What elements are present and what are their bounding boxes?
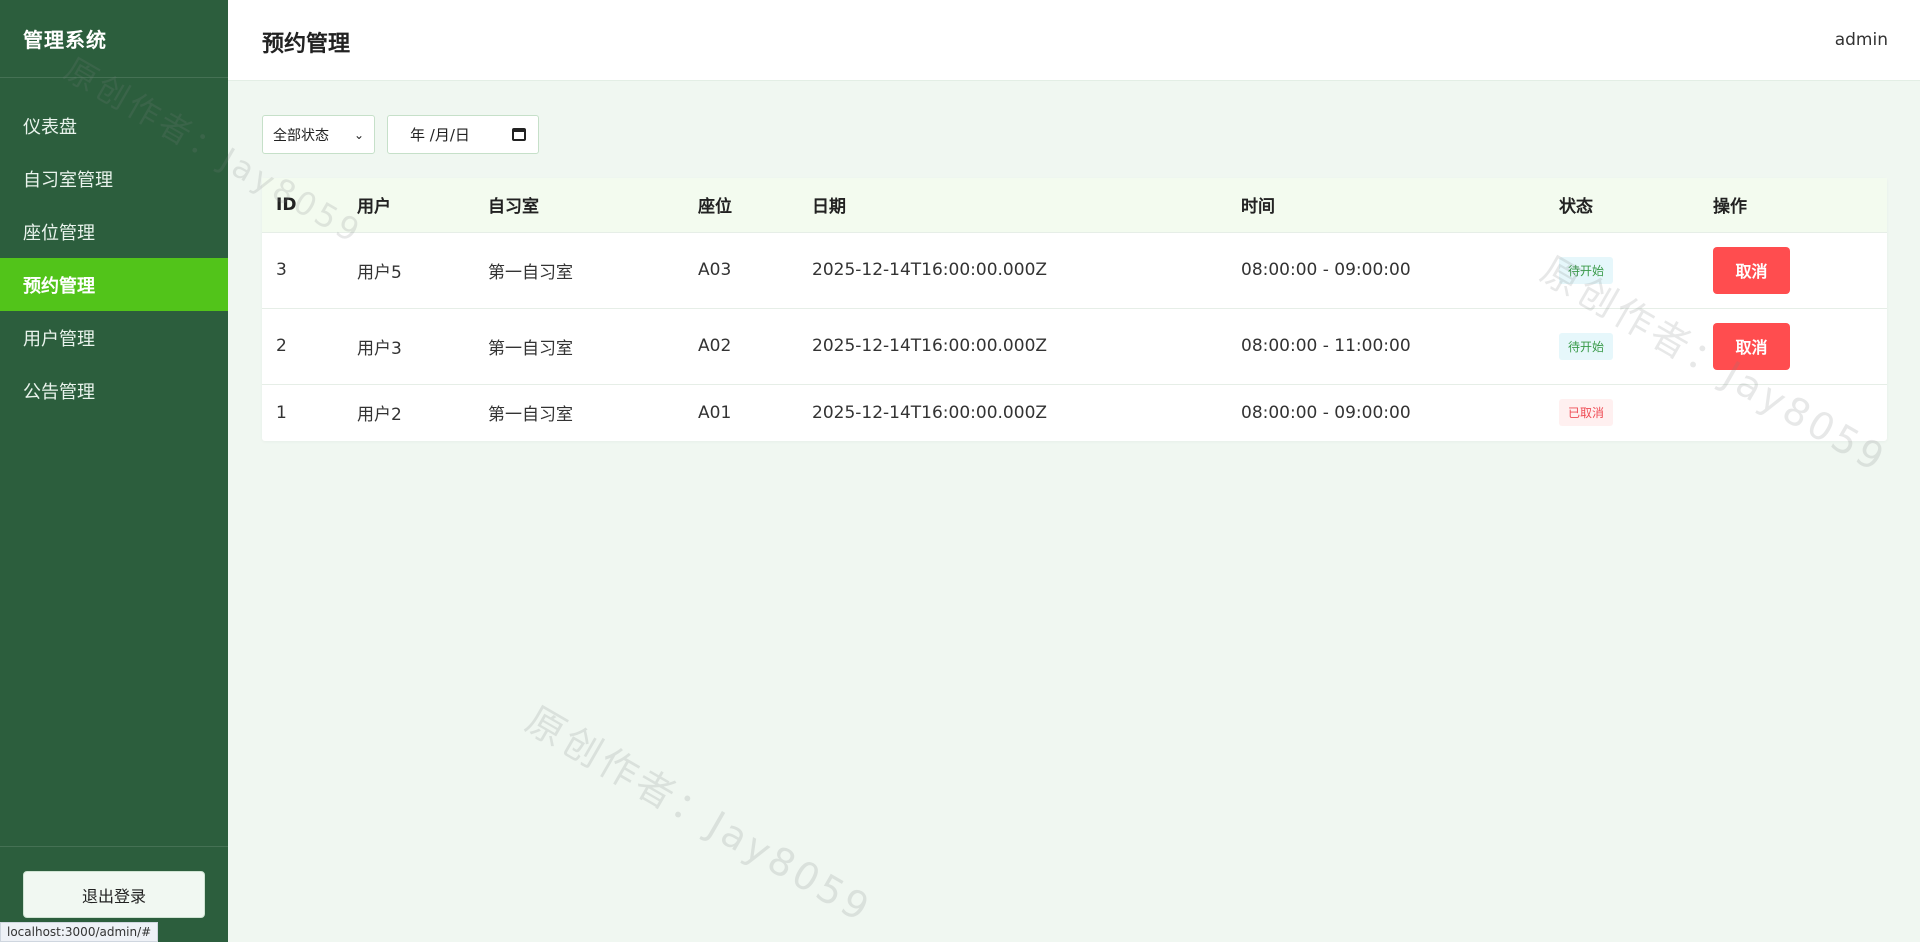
status-filter-value: 全部状态 — [273, 127, 329, 144]
status-badge: 待开始 — [1559, 332, 1614, 360]
app-root: 管理系统 仪表盘 自习室管理 座位管理 预约管理 用户管理 公告管理 退出登录 … — [0, 0, 1920, 942]
cell-time: 08:00:00 - 09:00:00 — [1227, 383, 1545, 441]
reservations-table: ID 用户 自习室 座位 日期 时间 状态 操作 3 用户5 第一自习室 A03… — [262, 178, 1887, 441]
status-bar-url: localhost:3000/admin/# — [0, 922, 159, 942]
cell-user: 用户2 — [343, 383, 474, 441]
cell-status: 待开始 — [1545, 307, 1699, 384]
sidebar-item-users[interactable]: 用户管理 — [0, 311, 228, 364]
calendar-icon[interactable] — [512, 128, 526, 141]
cell-user: 用户5 — [343, 231, 474, 308]
cell-time: 08:00:00 - 09:00:00 — [1227, 231, 1545, 308]
column-header: 时间 — [1241, 197, 1275, 218]
sidebar-item-announcements[interactable]: 公告管理 — [0, 364, 228, 417]
status-badge: 已取消 — [1559, 399, 1614, 427]
cell-date: 2025-12-14T16:00:00.000Z — [798, 383, 1227, 441]
logout-button[interactable]: 退出登录 — [23, 871, 205, 918]
cell-status: 待开始 — [1545, 231, 1699, 308]
sidebar-item-study-rooms[interactable]: 自习室管理 — [0, 152, 228, 205]
reservations-table-card: ID 用户 自习室 座位 日期 时间 状态 操作 3 用户5 第一自习室 A03… — [262, 178, 1887, 441]
cell-room: 第一自习室 — [474, 307, 684, 384]
sidebar-item-seats[interactable]: 座位管理 — [0, 205, 228, 258]
cancel-reservation-button[interactable]: 取消 — [1713, 246, 1790, 294]
column-header: 操作 — [1713, 197, 1747, 218]
cell-date: 2025-12-14T16:00:00.000Z — [798, 307, 1227, 384]
cell-room: 第一自习室 — [474, 231, 684, 308]
cell-action: 取消 — [1699, 307, 1887, 384]
status-filter-select[interactable]: 全部状态 ⌄ — [262, 115, 375, 154]
cell-id: 1 — [262, 383, 343, 441]
column-header: 用户 — [357, 197, 391, 218]
table-row: 1 用户2 第一自习室 A01 2025-12-14T16:00:00.000Z… — [262, 383, 1887, 441]
cancel-reservation-button[interactable]: 取消 — [1713, 322, 1790, 370]
cell-seat: A01 — [684, 383, 798, 441]
date-filter-input[interactable]: 年 /月/日 — [387, 115, 539, 154]
page-title: 预约管理 — [262, 32, 351, 57]
date-filter-placeholder: 年 /月/日 — [410, 126, 470, 144]
sidebar-item-reservations[interactable]: 预约管理 — [0, 258, 228, 311]
sidebar: 管理系统 仪表盘 自习室管理 座位管理 预约管理 用户管理 公告管理 退出登录 — [0, 0, 228, 942]
cell-id: 2 — [262, 307, 343, 384]
cell-seat: A02 — [684, 307, 798, 384]
cell-action — [1699, 383, 1887, 441]
column-header: 状态 — [1559, 197, 1593, 218]
table-row: 3 用户5 第一自习室 A03 2025-12-14T16:00:00.000Z… — [262, 231, 1887, 308]
column-header: 座位 — [698, 197, 732, 218]
cell-status: 已取消 — [1545, 383, 1699, 441]
cell-id: 3 — [262, 231, 343, 308]
column-header: 自习室 — [488, 197, 539, 218]
cell-room: 第一自习室 — [474, 383, 684, 441]
watermark: 原创作者：Jay8059 — [518, 697, 880, 932]
column-header: ID — [276, 194, 297, 215]
cell-seat: A03 — [684, 231, 798, 308]
sidebar-nav: 仪表盘 自习室管理 座位管理 预约管理 用户管理 公告管理 — [0, 99, 228, 417]
cell-user: 用户3 — [343, 307, 474, 384]
chevron-down-icon: ⌄ — [353, 127, 364, 142]
sidebar-item-dashboard[interactable]: 仪表盘 — [0, 99, 228, 152]
table-row: 2 用户3 第一自习室 A02 2025-12-14T16:00:00.000Z… — [262, 307, 1887, 384]
top-header: 预约管理 admin — [228, 0, 1920, 81]
table-header-row: ID 用户 自习室 座位 日期 时间 状态 操作 — [262, 178, 1887, 232]
status-badge: 待开始 — [1559, 256, 1614, 284]
cell-date: 2025-12-14T16:00:00.000Z — [798, 231, 1227, 308]
filter-bar: 全部状态 ⌄ 年 /月/日 — [262, 115, 539, 154]
column-header: 日期 — [812, 197, 846, 218]
cell-time: 08:00:00 - 11:00:00 — [1227, 307, 1545, 384]
cell-action: 取消 — [1699, 231, 1887, 308]
current-user[interactable]: admin — [1835, 30, 1888, 50]
brand-title: 管理系统 — [0, 0, 228, 78]
